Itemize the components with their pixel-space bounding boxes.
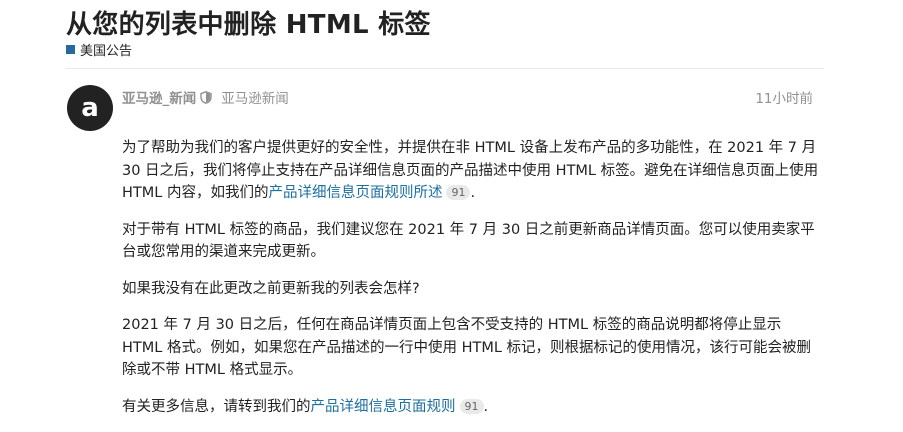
rules-link[interactable]: 产品详细信息页面规则所述 bbox=[268, 185, 442, 201]
paragraph-1: 为了帮助为我们的客户提供更好的安全性，并提供在非 HTML 设备上发布产品的多功… bbox=[122, 137, 822, 205]
post-meta: 亚马逊_新闻 亚马逊新闻 bbox=[122, 87, 289, 107]
full-name[interactable]: 亚马逊新闻 bbox=[221, 87, 289, 107]
paragraph-5-text: 有关更多信息，请转到我们的 bbox=[122, 398, 311, 415]
paragraph-4: 2021 年 7 月 30 日之后，任何在商品详情页面上包含不受支持的 HTML… bbox=[122, 317, 812, 378]
topic-title: 从您的列表中删除 HTML 标签 bbox=[66, 10, 431, 40]
username-link[interactable]: 亚马逊_新闻 bbox=[122, 87, 196, 107]
link-click-count: 91 bbox=[446, 185, 471, 200]
post-body: 为了帮助为我们的客户提供更好的安全性，并提供在非 HTML 设备上发布产品的多功… bbox=[122, 137, 822, 432]
avatar[interactable]: a bbox=[67, 85, 113, 131]
link-click-count-2: 91 bbox=[459, 398, 484, 414]
paragraph-5: 有关更多信息，请转到我们的产品详细信息页面规则 91. bbox=[122, 396, 822, 419]
shield-icon bbox=[200, 90, 212, 104]
category-color-swatch bbox=[66, 45, 75, 54]
category-label: 美国公告 bbox=[80, 44, 133, 59]
rules-link-2[interactable]: 产品详细信息页面规则 bbox=[311, 399, 456, 415]
paragraph-2: 对于带有 HTML 标签的商品，我们建议您在 2021 年 7 月 30 日之前… bbox=[122, 221, 815, 261]
paragraph-3: 如果我没有在此更改之前更新我的列表会怎样? bbox=[122, 280, 420, 297]
paragraph-5-end: . bbox=[483, 398, 489, 415]
category-badge[interactable]: 美国公告 bbox=[66, 40, 132, 59]
paragraph-1-end: . bbox=[470, 185, 476, 201]
post-date[interactable]: 11小时前 bbox=[755, 87, 813, 107]
title-divider bbox=[66, 68, 824, 69]
